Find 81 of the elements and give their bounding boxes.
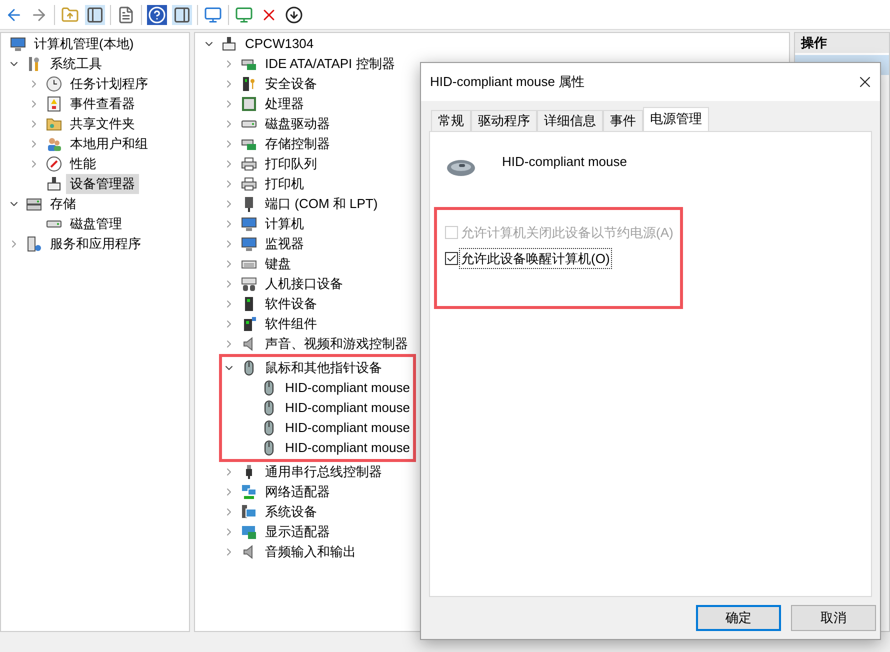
tab[interactable]: 详细信息 (537, 110, 603, 131)
tree-item[interactable]: 鼠标和其他指针设备 (261, 358, 386, 378)
tree-item[interactable]: 共享文件夹 (66, 114, 139, 134)
disk-drive-icon (241, 120, 257, 128)
tree-item[interactable]: 本地用户和组 (66, 134, 152, 154)
computer-icon (241, 216, 257, 232)
dialog-title: HID-compliant mouse 属性 (430, 73, 585, 92)
tree-item[interactable]: 性能 (66, 154, 100, 174)
users-icon (46, 136, 62, 152)
tree-item[interactable]: 人机接口设备 (261, 274, 347, 294)
server-gear-icon (26, 236, 42, 252)
tree-item[interactable]: 键盘 (261, 254, 295, 274)
tree-item[interactable]: 存储控制器 (261, 134, 334, 154)
tree-item[interactable]: 软件设备 (261, 294, 321, 314)
device-manager-icon (46, 176, 62, 192)
download-icon[interactable] (284, 4, 304, 24)
tree-item[interactable]: HID-compliant mouse (281, 398, 414, 418)
chip-icon (241, 96, 257, 112)
help-icon[interactable] (147, 4, 167, 24)
tree-item[interactable]: 处理器 (261, 94, 308, 114)
input-device-icon (241, 276, 257, 292)
pane-header: 操作 (795, 33, 889, 53)
tree-item[interactable]: 端口 (COM 和 LPT) (261, 194, 382, 214)
tab[interactable]: 常规 (431, 110, 471, 131)
dialog-button[interactable]: 取消 (791, 605, 876, 631)
gauge-icon (46, 156, 62, 172)
tree-item[interactable]: 网络适配器 (261, 482, 334, 502)
tree-item[interactable]: 服务和应用程序 (46, 234, 145, 254)
scan-monitor-icon[interactable] (203, 4, 223, 24)
tree-item[interactable]: CPCW1304 (241, 34, 318, 54)
action-pane-icon[interactable] (172, 4, 192, 24)
tree-item[interactable]: 存储 (46, 194, 80, 214)
tree-item[interactable]: 通用串行总线控制器 (261, 462, 386, 482)
tab[interactable]: 电源管理 (643, 107, 709, 131)
printer-icon (241, 176, 257, 192)
tree-item[interactable]: 设备管理器 (66, 174, 139, 194)
tree-item[interactable]: 显示适配器 (261, 522, 334, 542)
tree-item[interactable]: 系统设备 (261, 502, 321, 522)
console-tree-icon[interactable] (85, 4, 105, 24)
tab[interactable]: 驱动程序 (471, 110, 537, 131)
tools-icon (26, 56, 42, 72)
event-log-icon (46, 96, 62, 112)
tree-item[interactable]: 软件组件 (261, 314, 321, 334)
device-manager-icon (221, 36, 237, 52)
tree-item[interactable]: 磁盘管理 (66, 214, 126, 234)
printer-icon (241, 156, 257, 172)
checkbox-label[interactable]: 允许此设备唤醒计算机(O) (460, 248, 611, 268)
clock-icon (46, 76, 62, 92)
display-adapter-icon (241, 524, 257, 540)
tree-item[interactable]: 安全设备 (261, 74, 321, 94)
tree-item[interactable]: 监视器 (261, 234, 308, 254)
storage-icon (26, 196, 42, 212)
tree-item[interactable]: 打印队列 (261, 154, 321, 174)
tree-item[interactable]: 打印机 (261, 174, 308, 194)
key-device-icon (241, 76, 257, 92)
tree-item[interactable]: 任务计划程序 (66, 74, 152, 94)
folder-up-icon[interactable] (60, 4, 80, 24)
tree-item[interactable]: HID-compliant mouse (281, 418, 414, 438)
device-name: HID-compliant mouse (502, 153, 627, 171)
shared-folder-icon (46, 116, 62, 132)
disk-drive-icon (46, 220, 62, 228)
tree-item[interactable]: 音频输入和输出 (261, 542, 360, 562)
mouse-icon (446, 158, 476, 178)
tree-item[interactable]: 事件查看器 (66, 94, 139, 114)
computer-icon (241, 236, 257, 252)
dialog-button[interactable]: 确定 (696, 605, 781, 631)
tab[interactable]: 事件 (603, 110, 643, 131)
network-icon (241, 484, 257, 500)
tree-item[interactable]: 系统工具 (46, 54, 106, 74)
tree-item[interactable]: IDE ATA/ATAPI 控制器 (261, 54, 399, 74)
checkbox[interactable] (445, 252, 458, 265)
computer-icon (10, 36, 26, 52)
software-component-icon (241, 316, 257, 332)
tree-item[interactable]: 计算机管理(本地) (30, 34, 138, 54)
tree-item[interactable]: HID-compliant mouse (281, 438, 414, 458)
tree-item[interactable]: 声音、视频和游戏控制器 (261, 334, 412, 354)
tree-item[interactable]: 计算机 (261, 214, 308, 234)
device-add-icon[interactable] (234, 4, 254, 24)
tree-item[interactable]: 磁盘驱动器 (261, 114, 334, 134)
system-device-icon (241, 504, 257, 520)
tree-item[interactable]: HID-compliant mouse (281, 378, 414, 398)
